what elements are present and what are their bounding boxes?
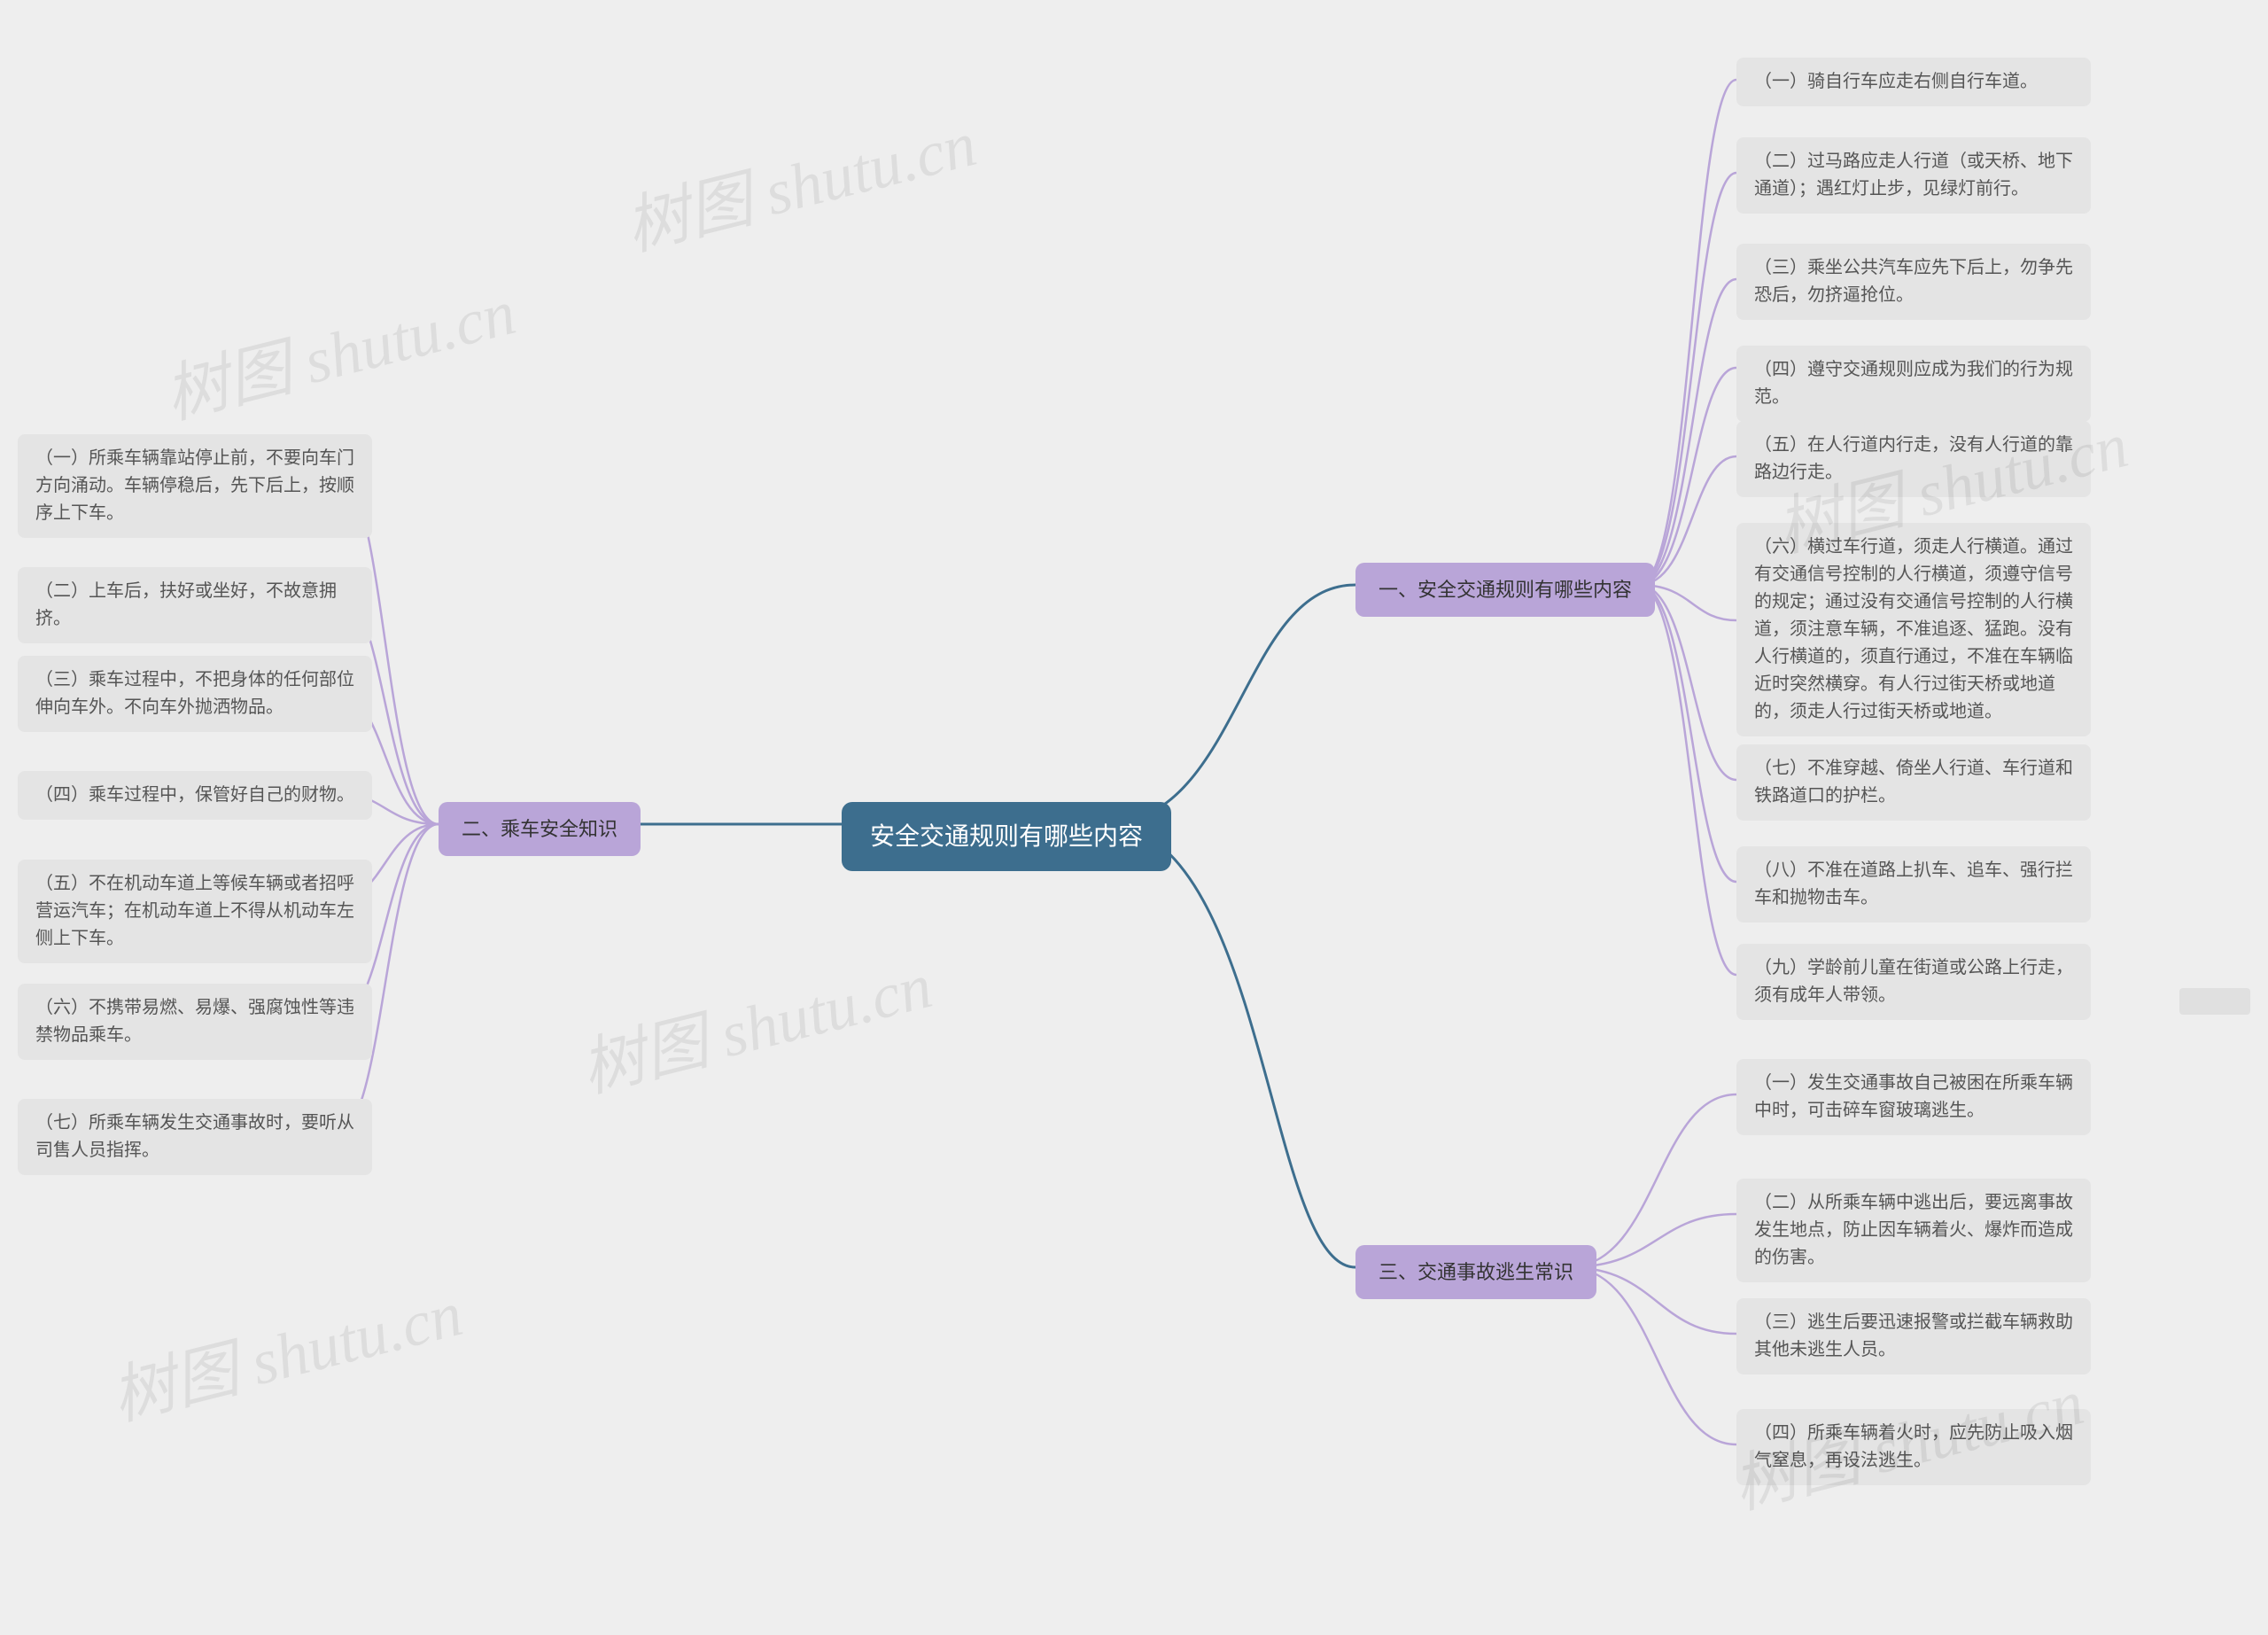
leaf-1-4[interactable]: （四）遵守交通规则应成为我们的行为规范。 <box>1736 346 2091 422</box>
leaf-3-4[interactable]: （四）所乘车辆着火时，应先防止吸入烟气窒息，再设法逃生。 <box>1736 1409 2091 1485</box>
watermark: 树图 shutu.cn <box>614 91 983 269</box>
leaf-2-5[interactable]: （五）不在机动车道上等候车辆或者招呼营运汽车；在机动车道上不得从机动车左侧上下车… <box>18 860 372 963</box>
branch-2[interactable]: 二、乘车安全知识 <box>439 802 641 856</box>
leaf-3-2[interactable]: （二）从所乘车辆中逃出后，要远离事故发生地点，防止因车辆着火、爆炸而造成的伤害。 <box>1736 1179 2091 1282</box>
leaf-3-3[interactable]: （三）逃生后要迅速报警或拦截车辆救助其他未逃生人员。 <box>1736 1298 2091 1374</box>
leaf-2-4[interactable]: （四）乘车过程中，保管好自己的财物。 <box>18 771 372 820</box>
leaf-1-1[interactable]: （一）骑自行车应走右侧自行车道。 <box>1736 58 2091 106</box>
leaf-1-7[interactable]: （七）不准穿越、倚坐人行道、车行道和铁路道口的护栏。 <box>1736 744 2091 821</box>
leaf-3-1[interactable]: （一）发生交通事故自己被困在所乘车辆中时，可击碎车窗玻璃逃生。 <box>1736 1059 2091 1135</box>
leaf-2-3[interactable]: （三）乘车过程中，不把身体的任何部位伸向车外。不向车外抛洒物品。 <box>18 656 372 732</box>
center-node[interactable]: 安全交通规则有哪些内容 <box>842 802 1171 871</box>
leaf-1-8[interactable]: （八）不准在道路上扒车、追车、强行拦车和抛物击车。 <box>1736 846 2091 923</box>
leaf-2-6[interactable]: （六）不携带易燃、易爆、强腐蚀性等违禁物品乘车。 <box>18 984 372 1060</box>
watermark: 树图 shutu.cn <box>570 933 939 1110</box>
watermark: 树图 shutu.cn <box>100 1261 470 1438</box>
leaf-2-1[interactable]: （一）所乘车辆靠站停止前，不要向车门方向涌动。车辆停稳后，先下后上，按顺序上下车… <box>18 434 372 538</box>
leaf-2-7[interactable]: （七）所乘车辆发生交通事故时，要听从司售人员指挥。 <box>18 1099 372 1175</box>
control-slot <box>2179 988 2250 1015</box>
leaf-2-2[interactable]: （二）上车后，扶好或坐好，不故意拥挤。 <box>18 567 372 643</box>
leaf-1-6[interactable]: （六）横过车行道，须走人行横道。通过有交通信号控制的人行横道，须遵守信号的规定；… <box>1736 523 2091 736</box>
leaf-1-2[interactable]: （二）过马路应走人行道（或天桥、地下通道）；遇红灯止步，见绿灯前行。 <box>1736 137 2091 214</box>
branch-1[interactable]: 一、安全交通规则有哪些内容 <box>1355 563 1655 617</box>
leaf-1-9[interactable]: （九）学龄前儿童在街道或公路上行走，须有成年人带领。 <box>1736 944 2091 1020</box>
leaf-1-3[interactable]: （三）乘坐公共汽车应先下后上，勿争先恐后，勿挤逼抢位。 <box>1736 244 2091 320</box>
leaf-1-5[interactable]: （五）在人行道内行走，没有人行道的靠路边行走。 <box>1736 421 2091 497</box>
watermark: 树图 shutu.cn <box>153 260 523 437</box>
branch-3[interactable]: 三、交通事故逃生常识 <box>1355 1245 1596 1299</box>
